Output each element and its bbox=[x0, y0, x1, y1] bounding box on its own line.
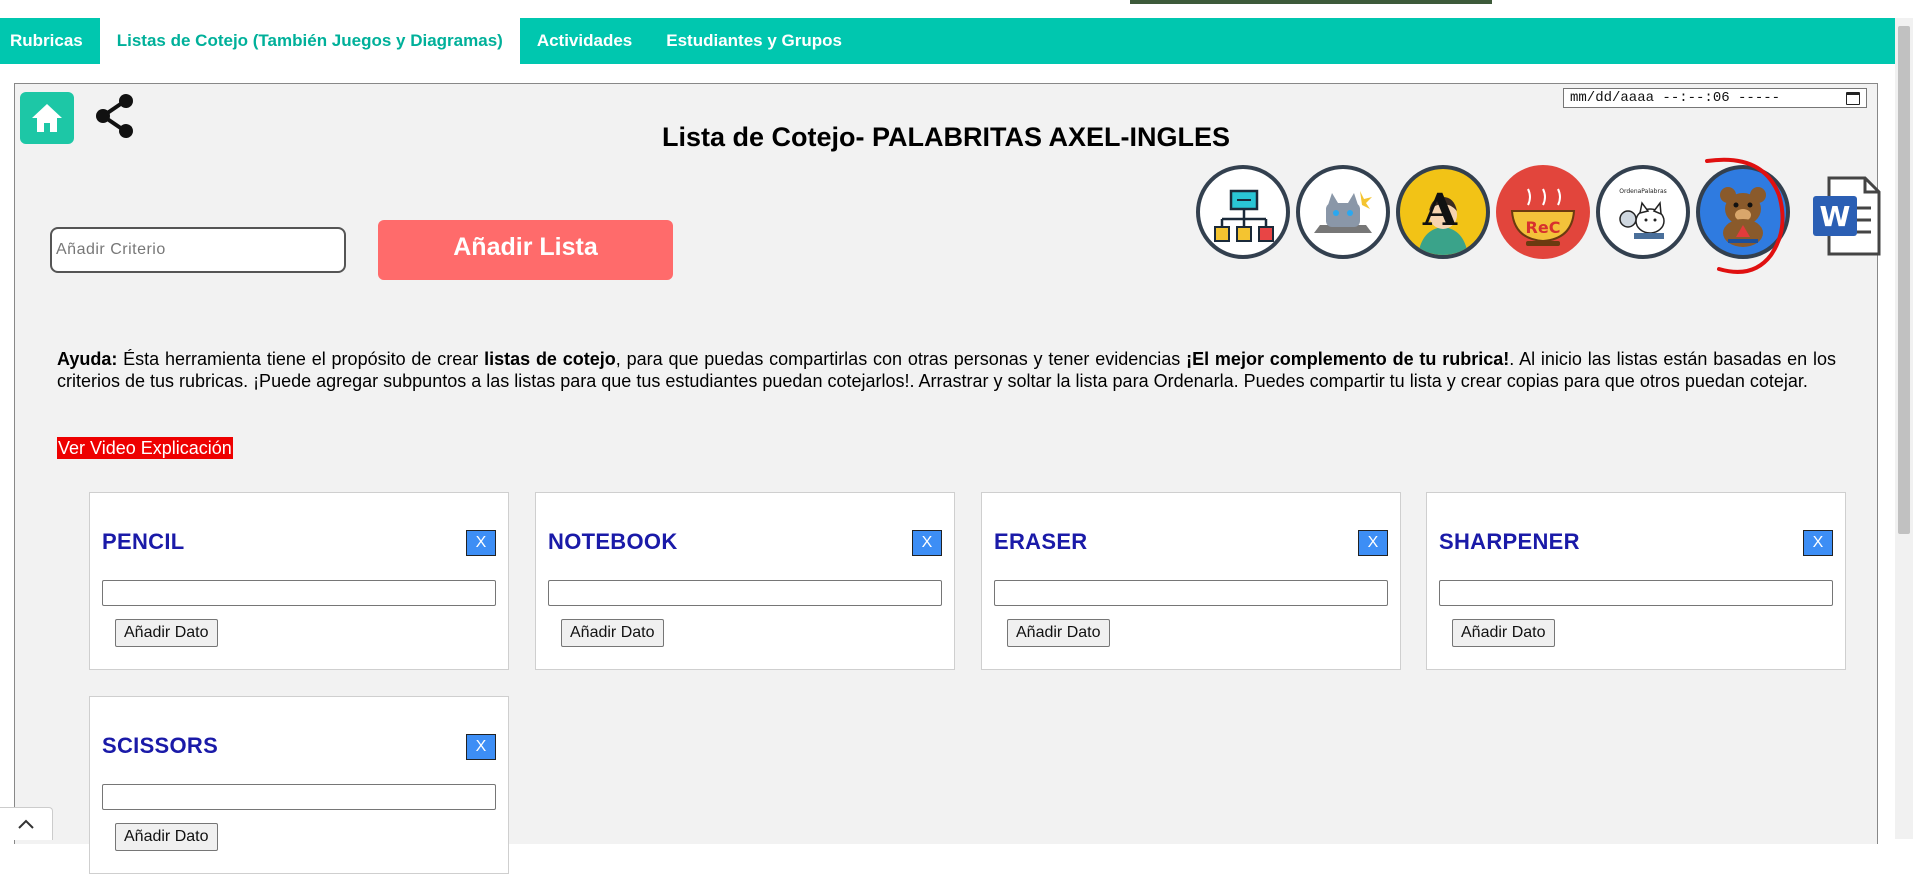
add-item-button[interactable]: Añadir Dato bbox=[561, 619, 664, 647]
word-soup-graphic: ReC bbox=[1510, 188, 1576, 246]
list-card[interactable]: SCISSORS X Añadir Dato bbox=[89, 696, 509, 874]
chevron-up-icon bbox=[18, 819, 34, 829]
tab-actividades[interactable]: Actividades bbox=[520, 18, 649, 64]
help-label: Ayuda: bbox=[57, 349, 118, 369]
list-card[interactable]: SHARPENER X Añadir Dato bbox=[1426, 492, 1846, 670]
datetime-value: mm/dd/aaaa --:--:06 ----- bbox=[1570, 90, 1781, 106]
diagram-icon[interactable] bbox=[1196, 165, 1290, 259]
close-list-button[interactable]: X bbox=[466, 734, 496, 760]
word-soup-letters: ReC bbox=[1526, 218, 1561, 237]
add-item-button[interactable]: Añadir Dato bbox=[115, 823, 218, 851]
help-text-part1: Ésta herramienta tiene el propósito de c… bbox=[117, 349, 485, 369]
ordena-palabras-label: OrdenaPalabras bbox=[1619, 188, 1667, 195]
datetime-input[interactable]: mm/dd/aaaa --:--:06 ----- bbox=[1563, 88, 1867, 108]
list-card[interactable]: ERASER X Añadir Dato bbox=[981, 492, 1401, 670]
word-soup-icon[interactable]: ReC bbox=[1496, 165, 1590, 259]
close-list-button[interactable]: X bbox=[912, 530, 942, 556]
close-list-button[interactable]: X bbox=[466, 530, 496, 556]
close-list-button[interactable]: X bbox=[1358, 530, 1388, 556]
tab-rubricas[interactable]: Rubricas bbox=[0, 18, 100, 64]
list-item-input[interactable] bbox=[102, 580, 496, 606]
add-item-button[interactable]: Añadir Dato bbox=[1007, 619, 1110, 647]
word-document-icon[interactable]: W bbox=[1811, 174, 1881, 258]
add-item-button[interactable]: Añadir Dato bbox=[115, 619, 218, 647]
tab-listas-de-cotejo[interactable]: Listas de Cotejo (También Juegos y Diagr… bbox=[99, 18, 520, 64]
ordena-palabras-icon[interactable]: OrdenaPalabras bbox=[1596, 165, 1690, 259]
list-item-input[interactable] bbox=[102, 784, 496, 810]
list-title: NOTEBOOK bbox=[548, 529, 678, 554]
video-explanation-link[interactable]: Ver Video Explicación bbox=[57, 437, 233, 459]
tab-estudiantes-y-grupos[interactable]: Estudiantes y Grupos bbox=[649, 18, 859, 64]
list-item-input[interactable] bbox=[548, 580, 942, 606]
word-document-graphic: W bbox=[1813, 176, 1881, 256]
letter-a-icon[interactable]: A bbox=[1396, 165, 1490, 259]
letter-a-graphic: A bbox=[1418, 185, 1468, 255]
close-list-button[interactable]: X bbox=[1803, 530, 1833, 556]
word-letter: W bbox=[1820, 200, 1851, 233]
help-bold1: listas de cotejo bbox=[484, 349, 616, 369]
main-nav: Rubricas Listas de Cotejo (También Juego… bbox=[0, 18, 1895, 64]
list-title: SCISSORS bbox=[102, 733, 219, 758]
help-text-part2: , para que puedas compartirlas con otras… bbox=[615, 349, 1187, 369]
scroll-up-button[interactable] bbox=[0, 807, 53, 840]
add-item-button[interactable]: Añadir Dato bbox=[1452, 619, 1555, 647]
top-strip bbox=[0, 0, 1913, 18]
diagram-graphic bbox=[1214, 189, 1274, 242]
page-scrollbar[interactable] bbox=[1895, 18, 1913, 839]
page-title: Lista de Cotejo- PALABRITAS AXEL-INGLES bbox=[661, 122, 1230, 152]
criterio-input[interactable] bbox=[50, 227, 346, 273]
cat-robot-graphic bbox=[1314, 191, 1372, 233]
list-card[interactable]: NOTEBOOK X Añadir Dato bbox=[535, 492, 955, 670]
red-circle-annotation bbox=[1705, 157, 1785, 274]
calendar-icon[interactable] bbox=[1846, 91, 1860, 105]
list-item-input[interactable] bbox=[1439, 580, 1833, 606]
cat-robot-icon[interactable] bbox=[1296, 165, 1390, 259]
add-list-button[interactable]: Añadir Lista bbox=[378, 220, 673, 280]
ordena-palabras-graphic: OrdenaPalabras bbox=[1619, 188, 1667, 239]
checklist-panel: mm/dd/aaaa --:--:06 ----- Lista de Cotej… bbox=[14, 83, 1881, 874]
help-text: Ayuda: Ésta herramienta tiene el propósi… bbox=[57, 348, 1836, 392]
list-item-input[interactable] bbox=[994, 580, 1388, 606]
list-title: ERASER bbox=[994, 529, 1088, 554]
list-title: PENCIL bbox=[102, 529, 185, 554]
letter-a-text: A bbox=[1422, 185, 1458, 236]
top-banner-image bbox=[1130, 0, 1492, 4]
scrollbar-thumb[interactable] bbox=[1898, 26, 1910, 534]
list-card[interactable]: PENCIL X Añadir Dato bbox=[89, 492, 509, 670]
help-bold2: ¡El mejor complemento de tu rubrica! bbox=[1186, 349, 1510, 369]
list-title: SHARPENER bbox=[1439, 529, 1580, 554]
